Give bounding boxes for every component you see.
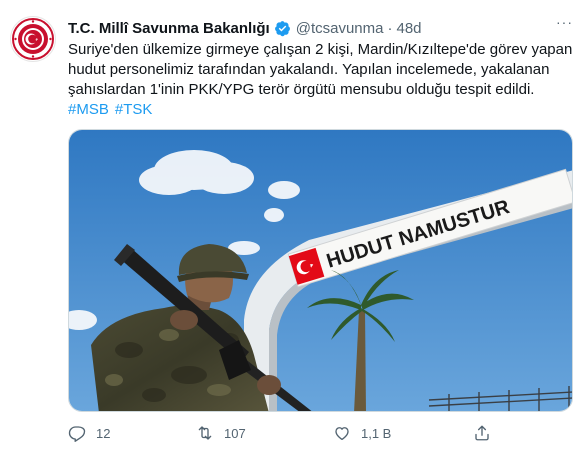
verified-badge-icon	[274, 20, 290, 36]
author-name[interactable]: T.C. Millî Savunma Bakanlığı	[68, 20, 270, 37]
tweet-photo[interactable]: HUDUT NAMUSTUR	[68, 129, 573, 412]
timestamp[interactable]: 48d	[396, 20, 421, 37]
hashtag-tsk[interactable]: #TSK	[115, 101, 153, 118]
tweet-body: Suriye'den ülkemize girmeye çalışan 2 ki…	[68, 40, 573, 120]
reply-count: 12	[96, 425, 111, 441]
retweet-icon	[198, 426, 212, 440]
more-options-icon[interactable]: ···	[556, 14, 573, 30]
separator-dot: ·	[387, 19, 393, 37]
tweet-actions: 12 107 1,1 B	[68, 424, 573, 446]
share-button[interactable]	[473, 424, 501, 442]
tweet-card[interactable]: T.C. Millî Savunma Bakanlığı @tcsavunma …	[0, 0, 585, 452]
hashtag-list: #MSB #TSK	[68, 100, 573, 120]
like-button[interactable]: 1,1 B	[333, 424, 391, 442]
avatar[interactable]	[10, 16, 56, 62]
tweet-text: Suriye'den ülkemize girmeye çalışan 2 ki…	[68, 41, 573, 98]
retweet-button[interactable]: 107	[196, 424, 246, 442]
author-handle[interactable]: @tcsavunma	[296, 20, 384, 37]
reply-icon	[68, 426, 86, 442]
reply-button[interactable]: 12	[68, 424, 110, 442]
heart-icon	[335, 427, 349, 441]
like-count: 1,1 B	[361, 425, 392, 441]
retweet-count: 107	[224, 425, 246, 441]
soldier-border-gate-image: HUDUT NAMUSTUR	[69, 130, 572, 411]
ministry-emblem-icon	[12, 18, 54, 60]
hashtag-msb[interactable]: #MSB	[68, 101, 109, 118]
tweet-header: T.C. Millî Savunma Bakanlığı @tcsavunma …	[68, 17, 422, 39]
share-icon	[475, 425, 489, 441]
